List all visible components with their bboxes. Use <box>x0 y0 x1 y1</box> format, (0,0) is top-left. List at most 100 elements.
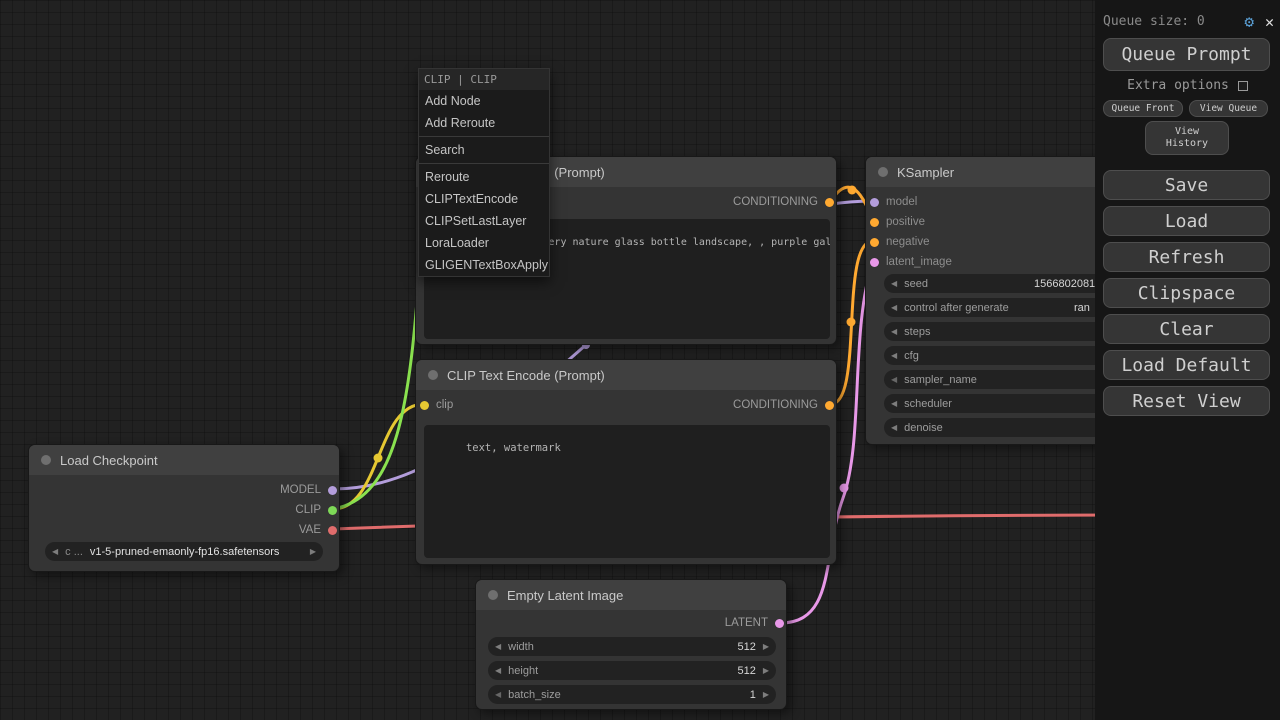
node-load-checkpoint[interactable]: Load Checkpoint MODEL CLIP VAE ◀ c ... v… <box>28 444 340 572</box>
vae-output-socket[interactable] <box>328 526 337 535</box>
view-history-button[interactable]: View History <box>1145 121 1229 155</box>
height-widget[interactable]: ◀ height 512 ▶ <box>488 661 776 680</box>
height-value: 512 <box>737 665 755 677</box>
conditioning-output-socket[interactable] <box>825 401 834 410</box>
slot-label: clip <box>436 399 453 411</box>
slot-label: CONDITIONING <box>733 196 818 208</box>
prev-arrow-icon[interactable]: ◀ <box>891 279 897 288</box>
clip-output-socket[interactable] <box>328 506 337 515</box>
model-output-socket[interactable] <box>328 486 337 495</box>
ckpt-widget-value: v1-5-pruned-emaonly-fp16.safetensors <box>90 546 280 558</box>
prev-arrow-icon[interactable]: ◀ <box>495 690 501 699</box>
negative-prompt-textarea[interactable]: text, watermark <box>424 425 830 558</box>
prev-arrow-icon[interactable]: ◀ <box>891 423 897 432</box>
menu-item-loraloader[interactable]: LoraLoader <box>419 232 549 254</box>
slot-model-output[interactable]: MODEL <box>29 480 339 500</box>
node-title-bar[interactable]: CLIP Text Encode (Prompt) <box>416 360 836 390</box>
queue-prompt-button[interactable]: Queue Prompt <box>1103 38 1270 71</box>
next-arrow-icon[interactable]: ▶ <box>310 547 316 556</box>
node-canvas[interactable]: Load Checkpoint MODEL CLIP VAE ◀ c ... v… <box>0 0 1280 720</box>
batch-size-label: batch_size <box>508 689 561 701</box>
settings-gear-icon[interactable]: ⚙ <box>1244 12 1254 31</box>
collapse-dot-icon[interactable] <box>41 455 51 465</box>
clear-button[interactable]: Clear <box>1103 314 1270 344</box>
queue-front-button[interactable]: Queue Front <box>1103 100 1183 117</box>
node-empty-latent-image[interactable]: Empty Latent Image LATENT ◀ width 512 ▶ … <box>475 579 787 710</box>
width-label: width <box>508 641 534 653</box>
ckpt-name-widget[interactable]: ◀ c ... v1-5-pruned-emaonly-fp16.safeten… <box>45 542 323 561</box>
load-button[interactable]: Load <box>1103 206 1270 236</box>
batch-size-value: 1 <box>750 689 756 701</box>
prev-arrow-icon[interactable]: ◀ <box>891 351 897 360</box>
slot-latent-output[interactable]: LATENT <box>476 613 786 633</box>
denoise-label: denoise <box>904 422 943 434</box>
latent-output-socket[interactable] <box>775 619 784 628</box>
slot-label: negative <box>886 236 929 248</box>
menu-item-clipsetlastlayer[interactable]: CLIPSetLastLayer <box>419 210 549 232</box>
batch-size-widget[interactable]: ◀ batch_size 1 ▶ <box>488 685 776 704</box>
menu-search-input[interactable]: Search <box>419 139 549 161</box>
clip-input-socket[interactable] <box>420 401 429 410</box>
view-queue-button[interactable]: View Queue <box>1189 100 1268 117</box>
prev-arrow-icon[interactable]: ◀ <box>891 303 897 312</box>
slot-label: CLIP <box>295 504 321 516</box>
prev-arrow-icon[interactable]: ◀ <box>891 399 897 408</box>
menu-separator <box>419 136 549 137</box>
steps-label: steps <box>904 326 930 338</box>
width-widget[interactable]: ◀ width 512 ▶ <box>488 637 776 656</box>
next-arrow-icon[interactable]: ▶ <box>763 642 769 651</box>
node-title-bar[interactable]: Load Checkpoint <box>29 445 339 475</box>
prev-arrow-icon[interactable]: ◀ <box>891 375 897 384</box>
prev-arrow-icon[interactable]: ◀ <box>891 327 897 336</box>
wire-clip-drag[interactable] <box>333 262 420 509</box>
collapse-dot-icon[interactable] <box>878 167 888 177</box>
slot-clip-input[interactable]: clip <box>416 395 626 415</box>
seed-value: 1566802081 <box>1034 278 1095 290</box>
collapse-dot-icon[interactable] <box>428 370 438 380</box>
prev-arrow-icon[interactable]: ◀ <box>495 642 501 651</box>
conditioning-output-socket[interactable] <box>825 198 834 207</box>
prev-arrow-icon[interactable]: ◀ <box>495 666 501 675</box>
seed-label: seed <box>904 278 928 290</box>
prompt-text: text, watermark <box>466 442 561 454</box>
extra-options-checkbox[interactable] <box>1238 81 1248 91</box>
extra-options-label: Extra options <box>1127 78 1229 93</box>
load-default-button[interactable]: Load Default <box>1103 350 1270 380</box>
save-button[interactable]: Save <box>1103 170 1270 200</box>
link-midpoint-latent <box>840 484 849 493</box>
slot-conditioning-output[interactable]: CONDITIONING <box>626 395 836 415</box>
comfy-menu-panel: Queue size: 0 ⚙ ✕ Queue Prompt Extra opt… <box>1095 0 1280 720</box>
latent-input-socket[interactable] <box>870 258 879 267</box>
context-menu-title: CLIP | CLIP <box>419 69 549 90</box>
link-midpoint-cond-pos <box>848 186 857 195</box>
slot-conditioning-output[interactable]: CONDITIONING <box>626 192 836 212</box>
height-label: height <box>508 665 538 677</box>
collapse-dot-icon[interactable] <box>488 590 498 600</box>
ckpt-widget-prefix: c ... <box>65 546 83 558</box>
menu-item-add-reroute[interactable]: Add Reroute <box>419 112 549 134</box>
node-title-bar[interactable]: Empty Latent Image <box>476 580 786 610</box>
menu-item-add-node[interactable]: Add Node <box>419 90 549 112</box>
next-arrow-icon[interactable]: ▶ <box>763 690 769 699</box>
queue-size-label: Queue size: 0 <box>1103 14 1205 29</box>
slot-clip-output[interactable]: CLIP <box>29 500 339 520</box>
control-after-generate-value: ran <box>1074 302 1090 314</box>
menu-item-reroute[interactable]: Reroute <box>419 166 549 188</box>
prev-arrow-icon[interactable]: ◀ <box>52 547 58 556</box>
slot-label: latent_image <box>886 256 952 268</box>
refresh-button[interactable]: Refresh <box>1103 242 1270 272</box>
node-clip-text-encode-negative[interactable]: CLIP Text Encode (Prompt) clip CONDITION… <box>415 359 837 565</box>
node-title: CLIP Text Encode (Prompt) <box>447 368 605 383</box>
clipspace-button[interactable]: Clipspace <box>1103 278 1270 308</box>
model-input-socket[interactable] <box>870 198 879 207</box>
negative-input-socket[interactable] <box>870 238 879 247</box>
menu-item-cliptextencode[interactable]: CLIPTextEncode <box>419 188 549 210</box>
menu-item-gligentextboxapply[interactable]: GLIGENTextBoxApply <box>419 254 549 276</box>
next-arrow-icon[interactable]: ▶ <box>763 666 769 675</box>
slot-vae-output[interactable]: VAE <box>29 520 339 540</box>
close-icon[interactable]: ✕ <box>1265 13 1274 31</box>
positive-input-socket[interactable] <box>870 218 879 227</box>
width-value: 512 <box>737 641 755 653</box>
link-midpoint-cond-neg <box>847 318 856 327</box>
reset-view-button[interactable]: Reset View <box>1103 386 1270 416</box>
